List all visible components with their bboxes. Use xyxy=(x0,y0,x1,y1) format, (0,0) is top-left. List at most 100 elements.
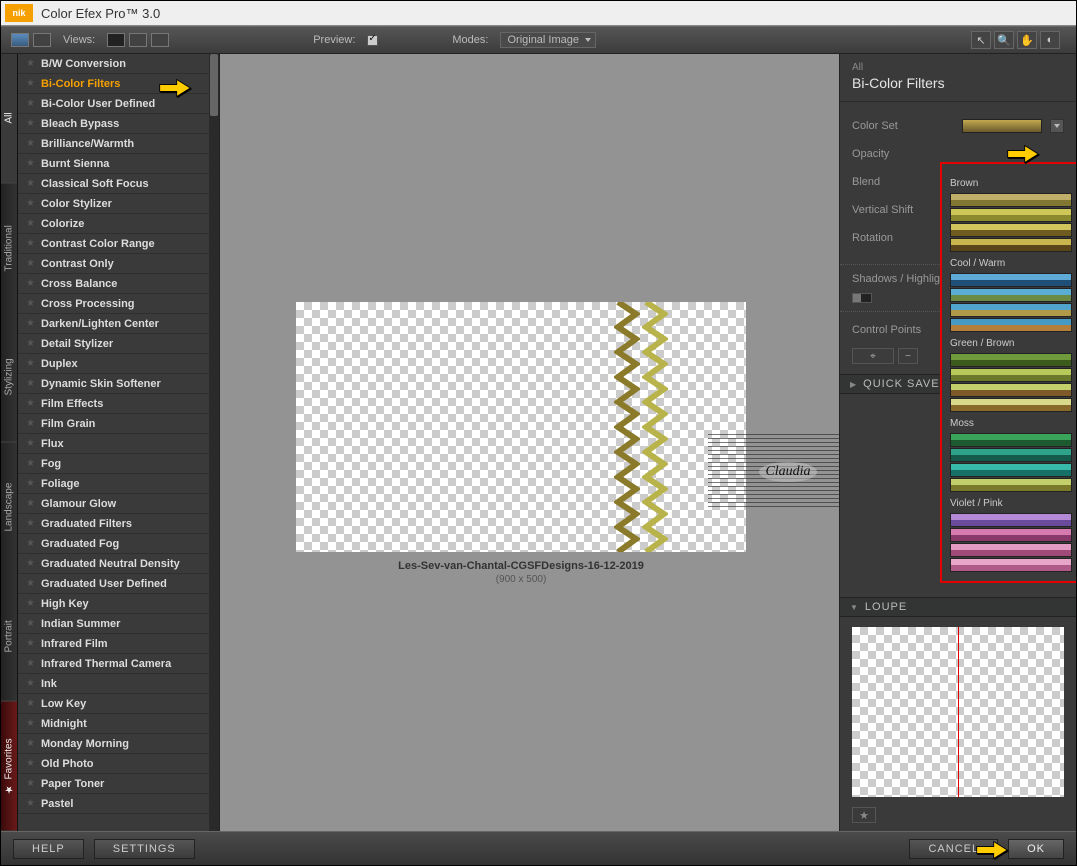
filter-item[interactable]: ★Colorize xyxy=(18,214,219,234)
star-icon[interactable]: ★ xyxy=(26,498,35,509)
color-swatch[interactable] xyxy=(950,558,1072,572)
filter-item[interactable]: ★Dynamic Skin Softener xyxy=(18,374,219,394)
pointer-tool-icon[interactable]: ↖ xyxy=(971,31,991,49)
star-icon[interactable]: ★ xyxy=(26,398,35,409)
star-icon[interactable]: ★ xyxy=(26,358,35,369)
color-swatch[interactable] xyxy=(950,318,1072,332)
filter-item[interactable]: ★Color Stylizer xyxy=(18,194,219,214)
color-swatch[interactable] xyxy=(950,238,1072,252)
color-swatch[interactable] xyxy=(950,368,1072,382)
filter-item[interactable]: ★Glamour Glow xyxy=(18,494,219,514)
filter-item[interactable]: ★Pastel xyxy=(18,794,219,814)
filter-item[interactable]: ★Infrared Film xyxy=(18,634,219,654)
filter-list-scrollbar[interactable] xyxy=(209,54,219,831)
star-icon[interactable]: ★ xyxy=(26,438,35,449)
cancel-button[interactable]: CANCEL xyxy=(909,839,998,859)
color-swatch[interactable] xyxy=(950,353,1072,367)
filter-item[interactable]: ★Contrast Color Range xyxy=(18,234,219,254)
filter-item[interactable]: ★Infrared Thermal Camera xyxy=(18,654,219,674)
color-swatch[interactable] xyxy=(950,543,1072,557)
filter-item[interactable]: ★Monday Morning xyxy=(18,734,219,754)
filter-item[interactable]: ★Film Effects xyxy=(18,394,219,414)
filter-item[interactable]: ★Graduated Filters xyxy=(18,514,219,534)
star-icon[interactable]: ★ xyxy=(26,578,35,589)
filter-item[interactable]: ★Brilliance/Warmth xyxy=(18,134,219,154)
tab-stylizing[interactable]: Stylizing xyxy=(1,313,17,443)
filter-item[interactable]: ★Graduated Neutral Density xyxy=(18,554,219,574)
color-swatch[interactable] xyxy=(950,513,1072,527)
filter-item[interactable]: ★Cross Balance xyxy=(18,274,219,294)
star-icon[interactable]: ★ xyxy=(26,238,35,249)
color-swatch[interactable] xyxy=(950,433,1072,447)
star-icon[interactable]: ★ xyxy=(26,458,35,469)
color-set-dropdown[interactable]: BrownCool / WarmGreen / BrownMossViolet … xyxy=(940,162,1076,583)
filter-item[interactable]: ★Bi-Color User Defined xyxy=(18,94,219,114)
star-icon[interactable]: ★ xyxy=(26,378,35,389)
help-button[interactable]: HELP xyxy=(13,839,84,859)
filter-item[interactable]: ★Foliage xyxy=(18,474,219,494)
color-swatch[interactable] xyxy=(950,208,1072,222)
star-icon[interactable]: ★ xyxy=(26,158,35,169)
color-swatch[interactable] xyxy=(950,193,1072,207)
filter-item[interactable]: ★Indian Summer xyxy=(18,614,219,634)
filter-item[interactable]: ★Classical Soft Focus xyxy=(18,174,219,194)
zoom-tool-icon[interactable]: 🔍 xyxy=(994,31,1014,49)
view-layout-3-icon[interactable] xyxy=(151,33,169,47)
star-icon[interactable]: ★ xyxy=(26,778,35,789)
star-icon[interactable]: ★ xyxy=(26,218,35,229)
color-set-swatch[interactable] xyxy=(962,119,1042,133)
star-icon[interactable]: ★ xyxy=(26,338,35,349)
filter-item[interactable]: ★Film Grain xyxy=(18,414,219,434)
remove-control-point-button[interactable]: − xyxy=(898,348,918,364)
view-layout-2-icon[interactable] xyxy=(129,33,147,47)
loupe-favorite-button[interactable]: ★ xyxy=(852,807,876,823)
ok-button[interactable]: OK xyxy=(1008,839,1064,859)
filter-item[interactable]: ★Bleach Bypass xyxy=(18,114,219,134)
star-icon[interactable]: ★ xyxy=(26,758,35,769)
view-mode-single-icon[interactable] xyxy=(11,33,29,47)
star-icon[interactable]: ★ xyxy=(26,178,35,189)
tab-landscape[interactable]: Landscape xyxy=(1,443,17,573)
color-swatch[interactable] xyxy=(950,383,1072,397)
filter-item[interactable]: ★Graduated User Defined xyxy=(18,574,219,594)
filter-list[interactable]: ★B/W Conversion★Bi-Color Filters★Bi-Colo… xyxy=(18,54,219,814)
star-icon[interactable]: ★ xyxy=(26,418,35,429)
star-icon[interactable]: ★ xyxy=(26,78,35,89)
star-icon[interactable]: ★ xyxy=(26,798,35,809)
color-swatch[interactable] xyxy=(950,478,1072,492)
star-icon[interactable]: ★ xyxy=(26,138,35,149)
tab-traditional[interactable]: Traditional xyxy=(1,184,17,314)
filter-item[interactable]: ★Burnt Sienna xyxy=(18,154,219,174)
star-icon[interactable]: ★ xyxy=(26,678,35,689)
color-swatch[interactable] xyxy=(950,528,1072,542)
filter-item[interactable]: ★Darken/Lighten Center xyxy=(18,314,219,334)
star-icon[interactable]: ★ xyxy=(26,558,35,569)
loupe-header[interactable]: ▼ LOUPE xyxy=(840,597,1076,617)
star-icon[interactable]: ★ xyxy=(26,298,35,309)
filter-item[interactable]: ★Graduated Fog xyxy=(18,534,219,554)
filter-item[interactable]: ★Bi-Color Filters xyxy=(18,74,219,94)
star-icon[interactable]: ★ xyxy=(26,718,35,729)
filter-item[interactable]: ★B/W Conversion xyxy=(18,54,219,74)
star-icon[interactable]: ★ xyxy=(26,258,35,269)
star-icon[interactable]: ★ xyxy=(26,98,35,109)
bg-toggle-icon[interactable]: ◐ xyxy=(1040,31,1060,49)
filter-item[interactable]: ★Cross Processing xyxy=(18,294,219,314)
color-swatch[interactable] xyxy=(950,303,1072,317)
tab-all[interactable]: All xyxy=(1,54,17,184)
star-icon[interactable]: ★ xyxy=(26,478,35,489)
star-icon[interactable]: ★ xyxy=(26,658,35,669)
preview-canvas[interactable]: Claudia Les-Sev-van-Chantal-CGSFDesigns-… xyxy=(220,54,839,831)
filter-item[interactable]: ★Contrast Only xyxy=(18,254,219,274)
add-control-point-button[interactable]: ⌖ xyxy=(852,348,894,364)
star-icon[interactable]: ★ xyxy=(26,58,35,69)
star-icon[interactable]: ★ xyxy=(26,278,35,289)
color-swatch[interactable] xyxy=(950,273,1072,287)
filter-item[interactable]: ★Detail Stylizer xyxy=(18,334,219,354)
preview-checkbox[interactable] xyxy=(367,35,378,46)
color-swatch[interactable] xyxy=(950,223,1072,237)
filter-item[interactable]: ★Low Key xyxy=(18,694,219,714)
filter-item[interactable]: ★Midnight xyxy=(18,714,219,734)
star-icon[interactable]: ★ xyxy=(26,518,35,529)
filter-item[interactable]: ★Fog xyxy=(18,454,219,474)
